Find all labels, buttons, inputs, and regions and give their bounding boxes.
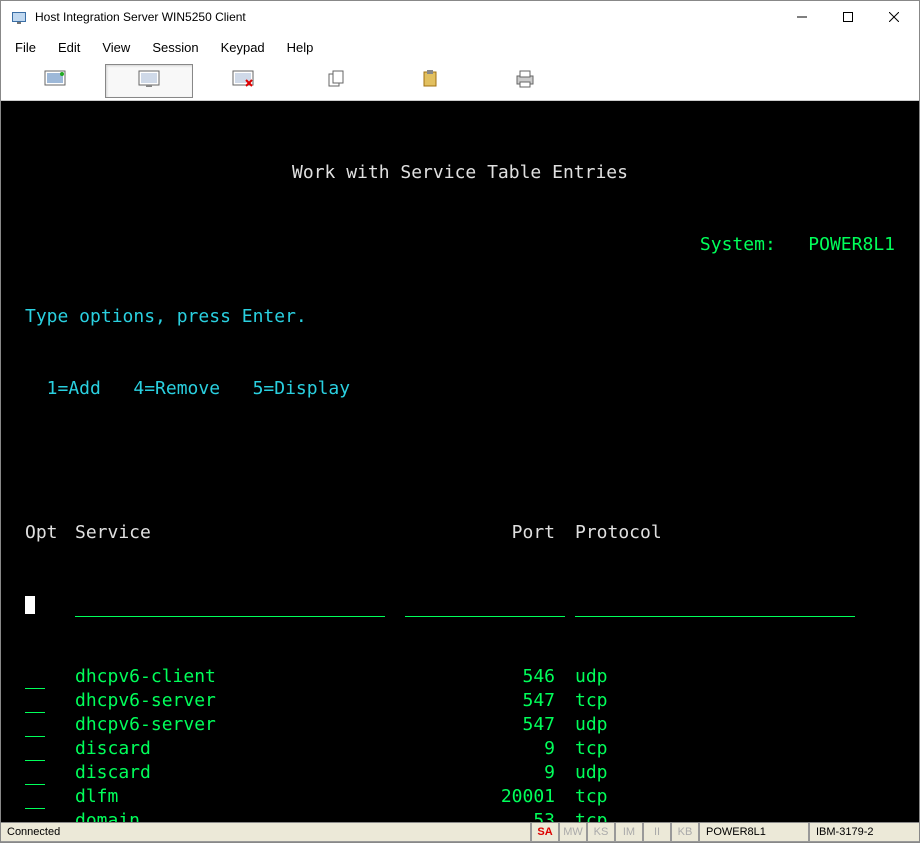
- menu-session[interactable]: Session: [142, 34, 208, 61]
- cell-port: 9: [405, 761, 575, 785]
- option-input[interactable]: [25, 741, 45, 761]
- instructions: Type options, press Enter.: [25, 305, 895, 329]
- toolbar: [1, 61, 919, 101]
- cell-service: dhcpv6-server: [75, 689, 405, 713]
- app-window: Host Integration Server WIN5250 Client F…: [0, 0, 920, 843]
- toolbar-button-5[interactable]: [387, 64, 475, 98]
- option-input[interactable]: [25, 789, 45, 809]
- maximize-button[interactable]: [825, 2, 871, 32]
- terminal-alt-icon: [138, 70, 160, 91]
- cell-protocol: udp: [575, 713, 895, 737]
- system-label: System:: [700, 233, 776, 257]
- status-ii: II: [643, 823, 671, 842]
- option-input[interactable]: [25, 669, 45, 689]
- cell-service: dhcpv6-client: [75, 665, 405, 689]
- screen-title: Work with Service Table Entries: [25, 161, 895, 185]
- cell-service: discard: [75, 737, 405, 761]
- cell-port: 53: [405, 809, 575, 822]
- toolbar-button-4[interactable]: [293, 64, 381, 98]
- print-icon: [514, 70, 536, 91]
- cell-protocol: tcp: [575, 785, 895, 809]
- terminal-close-icon: [232, 70, 254, 91]
- status-device: IBM-3179-2: [809, 823, 919, 842]
- table-row: dhcpv6-server547udp: [25, 713, 895, 737]
- option-input[interactable]: [25, 813, 45, 822]
- option-input[interactable]: [25, 765, 45, 785]
- toolbar-button-6[interactable]: [481, 64, 569, 98]
- menu-keypad[interactable]: Keypad: [211, 34, 275, 61]
- hdr-service: Service: [75, 521, 405, 545]
- status-connection: Connected: [1, 823, 531, 842]
- option-input[interactable]: [25, 693, 45, 713]
- cell-service: dhcpv6-server: [75, 713, 405, 737]
- window-controls: [779, 2, 917, 32]
- toolbar-button-2[interactable]: [105, 64, 193, 98]
- hdr-port: Port: [405, 521, 575, 545]
- column-headers: Opt Service Port Protocol: [25, 521, 895, 545]
- table-row: domain53tcp: [25, 809, 895, 822]
- cell-protocol: udp: [575, 761, 895, 785]
- menu-help[interactable]: Help: [277, 34, 324, 61]
- terminal-icon: [44, 70, 66, 91]
- system-name: POWER8L1: [808, 233, 895, 257]
- input-cursor[interactable]: [25, 596, 35, 614]
- cell-protocol: tcp: [575, 689, 895, 713]
- status-im: IM: [615, 823, 643, 842]
- cell-port: 9: [405, 737, 575, 761]
- status-mw: MW: [559, 823, 587, 842]
- cell-protocol: udp: [575, 665, 895, 689]
- option-legend: 1=Add 4=Remove 5=Display: [25, 377, 895, 401]
- status-kb: KB: [671, 823, 699, 842]
- menu-view[interactable]: View: [92, 34, 140, 61]
- statusbar: Connected SA MW KS IM II KB POWER8L1 IBM…: [1, 822, 919, 842]
- cell-port: 20001: [405, 785, 575, 809]
- table-row: dlfm20001tcp: [25, 785, 895, 809]
- copy-icon: [327, 70, 347, 91]
- toolbar-button-1[interactable]: [11, 64, 99, 98]
- window-title: Host Integration Server WIN5250 Client: [35, 10, 779, 24]
- cell-port: 547: [405, 689, 575, 713]
- menu-edit[interactable]: Edit: [48, 34, 90, 61]
- header-underline: [25, 593, 895, 617]
- hdr-opt: Opt: [25, 521, 75, 545]
- table-row: dhcpv6-client546udp: [25, 665, 895, 689]
- status-sa: SA: [531, 823, 559, 842]
- table-row: dhcpv6-server547tcp: [25, 689, 895, 713]
- table-body: dhcpv6-client546udpdhcpv6-server547tcpdh…: [25, 665, 895, 822]
- terminal-screen[interactable]: Work with Service Table Entries System: …: [1, 101, 919, 822]
- option-input[interactable]: [25, 717, 45, 737]
- cell-protocol: tcp: [575, 809, 895, 822]
- cell-port: 547: [405, 713, 575, 737]
- status-ks: KS: [587, 823, 615, 842]
- table-row: discard9tcp: [25, 737, 895, 761]
- hdr-protocol: Protocol: [575, 521, 895, 545]
- menu-file[interactable]: File: [5, 34, 46, 61]
- minimize-button[interactable]: [779, 2, 825, 32]
- toolbar-button-3[interactable]: [199, 64, 287, 98]
- cell-port: 546: [405, 665, 575, 689]
- close-button[interactable]: [871, 2, 917, 32]
- cell-protocol: tcp: [575, 737, 895, 761]
- menubar: File Edit View Session Keypad Help: [1, 33, 919, 61]
- cell-service: dlfm: [75, 785, 405, 809]
- status-system: POWER8L1: [699, 823, 809, 842]
- cell-service: domain: [75, 809, 405, 822]
- cell-service: discard: [75, 761, 405, 785]
- titlebar: Host Integration Server WIN5250 Client: [1, 1, 919, 33]
- app-icon: [11, 9, 27, 25]
- paste-icon: [421, 70, 441, 91]
- table-row: discard9udp: [25, 761, 895, 785]
